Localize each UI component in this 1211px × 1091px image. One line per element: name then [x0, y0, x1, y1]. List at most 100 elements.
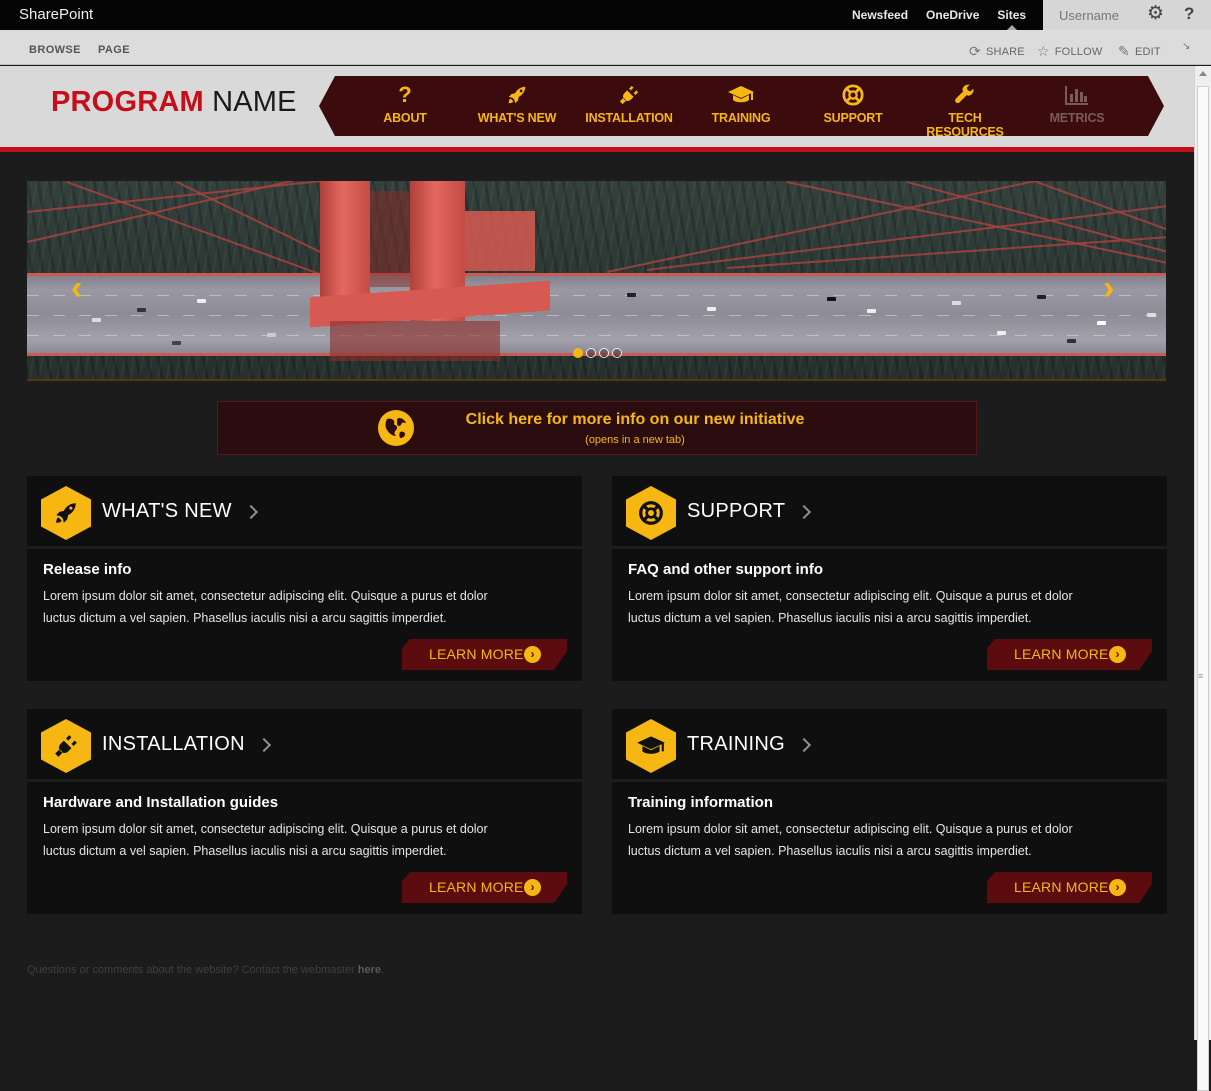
- question-icon: ?: [398, 82, 412, 107]
- nav-tech-resources[interactable]: TECH RESOURCES: [909, 82, 1021, 139]
- edit-label: EDIT: [1134, 45, 1161, 58]
- tile-whats-new-heading: WHAT'S NEW: [102, 500, 232, 522]
- arrow-circle-icon: ›: [524, 879, 541, 896]
- tower-shadow: [370, 191, 410, 287]
- car: [137, 308, 146, 312]
- learn-more-button[interactable]: LEARN MORE ›: [402, 872, 567, 903]
- carousel-bottom-border: [27, 379, 1166, 381]
- suite-link-sites[interactable]: Sites: [988, 0, 1035, 30]
- top-navigation: ? ABOUT WHAT'S NEW INSTALLATION TRAINING…: [319, 76, 1164, 139]
- learn-more-button[interactable]: LEARN MORE ›: [987, 639, 1152, 670]
- bar-chart-icon: [1021, 82, 1133, 108]
- share-label: SHARE: [985, 45, 1025, 58]
- nav-training-label: TRAINING: [711, 111, 771, 125]
- learn-more-button[interactable]: LEARN MORE ›: [987, 872, 1152, 903]
- arrow-circle-icon: ›: [524, 646, 541, 663]
- arrow-circle-icon: ›: [1109, 879, 1126, 896]
- suite-links: Newsfeed OneDrive Sites: [843, 0, 1035, 30]
- suite-link-onedrive[interactable]: OneDrive: [917, 0, 988, 30]
- user-area: Username ⚙ ?: [1043, 0, 1211, 30]
- tile-whats-new-title: WHAT'S NEW: [102, 500, 258, 523]
- nav-training[interactable]: TRAINING: [685, 82, 797, 125]
- tile-support-body: FAQ and other support info Lorem ipsum d…: [612, 549, 1167, 681]
- tile-installation-body: Hardware and Installation guides Lorem i…: [27, 782, 582, 914]
- nav-about[interactable]: ? ABOUT: [349, 82, 461, 126]
- learn-more-button[interactable]: LEARN MORE ›: [402, 639, 567, 670]
- suite-brand[interactable]: SharePoint: [19, 6, 93, 23]
- tile-support-header[interactable]: SUPPORT: [612, 476, 1167, 546]
- initiative-banner[interactable]: Click here for more info on our new init…: [217, 401, 977, 455]
- suite-link-newsfeed[interactable]: Newsfeed: [843, 0, 917, 30]
- car: [707, 307, 716, 311]
- bridge-tower: [310, 181, 550, 380]
- tab-browse[interactable]: BROWSE: [29, 44, 81, 56]
- gear-icon[interactable]: ⚙: [1147, 4, 1164, 24]
- nav-support[interactable]: SUPPORT: [797, 82, 909, 125]
- nav-about-label: ABOUT: [383, 111, 427, 125]
- tile-support-heading: SUPPORT: [687, 500, 786, 522]
- learn-more-label: LEARN MORE: [1014, 646, 1109, 662]
- nav-whats-new-label: WHAT'S NEW: [477, 111, 557, 125]
- focus-content-button[interactable]: ↘: [1182, 41, 1191, 52]
- nav-installation[interactable]: INSTALLATION: [573, 82, 685, 125]
- carousel-dot-1[interactable]: [573, 348, 583, 358]
- nav-whats-new[interactable]: WHAT'S NEW: [461, 82, 573, 125]
- vertical-scrollbar[interactable]: ≡: [1194, 66, 1211, 1091]
- car: [1067, 339, 1076, 343]
- carousel-dot-2[interactable]: [586, 348, 596, 358]
- car: [952, 301, 961, 305]
- car: [92, 318, 101, 322]
- carousel-dot-3[interactable]: [599, 348, 609, 358]
- follow-label: FOLLOW: [1054, 45, 1103, 58]
- tile-text-line: luctus dictum a vel sapien. Phasellus ia…: [628, 611, 1032, 625]
- image-carousel[interactable]: ‹ ›: [27, 181, 1166, 380]
- scroll-up-icon[interactable]: [1199, 71, 1207, 76]
- lifebuoy-icon: [626, 486, 676, 540]
- footer-text: Questions or comments about the website?…: [27, 964, 355, 976]
- tile-training-body: Training information Lorem ipsum dolor s…: [612, 782, 1167, 914]
- tab-page[interactable]: PAGE: [98, 44, 130, 56]
- edit-button[interactable]: ✎ EDIT: [1118, 43, 1161, 60]
- tile-training-header[interactable]: TRAINING: [612, 709, 1167, 779]
- scroll-thumb[interactable]: [1197, 86, 1209, 1091]
- plug-icon: [573, 82, 685, 108]
- star-icon: ☆: [1037, 43, 1050, 59]
- ribbon: BROWSE PAGE ⟳ SHARE ☆ FOLLOW ✎ EDIT ↘: [0, 30, 1211, 65]
- chevron-right-icon: [797, 504, 812, 519]
- car: [197, 299, 206, 303]
- chevron-right-icon: [243, 504, 258, 519]
- tile-installation-header[interactable]: INSTALLATION: [27, 709, 582, 779]
- help-icon[interactable]: ?: [1184, 4, 1194, 24]
- carousel-next-icon[interactable]: ›: [1103, 271, 1114, 305]
- tile-text-line: luctus dictum a vel sapien. Phasellus ia…: [43, 611, 447, 625]
- footer: Questions or comments about the website?…: [27, 964, 384, 976]
- scroll-grip-icon: ≡: [1198, 671, 1204, 681]
- carousel-prev-icon[interactable]: ‹: [71, 271, 82, 305]
- tile-support-text: Lorem ipsum dolor sit amet, consectetur …: [628, 585, 1118, 629]
- tile-text-line: Lorem ipsum dolor sit amet, consectetur …: [628, 822, 1073, 836]
- car: [627, 293, 636, 297]
- follow-button[interactable]: ☆ FOLLOW: [1037, 43, 1102, 60]
- car: [997, 331, 1006, 335]
- site-title[interactable]: PROGRAM NAME: [51, 86, 297, 119]
- lane-marking: [27, 295, 1166, 296]
- wrench-icon: [909, 82, 1021, 108]
- tile-whats-new-header[interactable]: WHAT'S NEW: [27, 476, 582, 546]
- suite-bar: SharePoint Newsfeed OneDrive Sites Usern…: [0, 0, 1211, 30]
- carousel-dot-4[interactable]: [612, 348, 622, 358]
- user-menu[interactable]: Username: [1059, 8, 1119, 23]
- car: [867, 309, 876, 313]
- site-title-first: PROGRAM: [51, 86, 204, 118]
- arrow-circle-icon: ›: [1109, 646, 1126, 663]
- tile-training-subtitle: Training information: [628, 794, 773, 811]
- footer-webmaster-link[interactable]: here: [358, 964, 381, 976]
- tile-installation-subtitle: Hardware and Installation guides: [43, 794, 279, 811]
- carousel-indicators: [573, 348, 622, 358]
- nav-tech-resources-label: TECH RESOURCES: [926, 111, 1004, 139]
- tile-whats-new-body: Release info Lorem ipsum dolor sit amet,…: [27, 549, 582, 681]
- share-button[interactable]: ⟳ SHARE: [969, 43, 1025, 60]
- rocket-icon: [461, 82, 573, 108]
- car: [172, 341, 181, 345]
- nav-metrics[interactable]: METRICS: [1021, 82, 1133, 125]
- tile-training-title: TRAINING: [687, 733, 812, 756]
